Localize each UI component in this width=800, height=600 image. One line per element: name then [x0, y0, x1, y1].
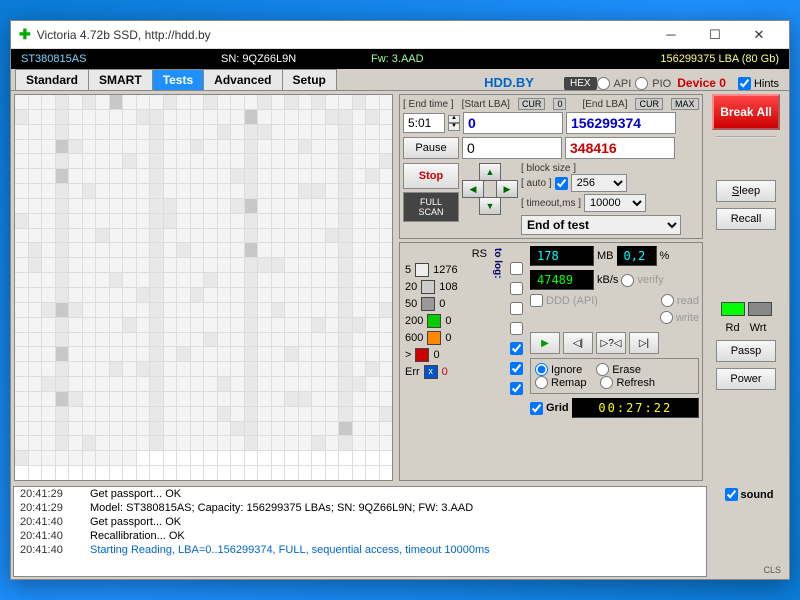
api-radio[interactable] [597, 77, 610, 90]
elapsed-timer: 00:27:22 [572, 398, 699, 418]
erase-radio[interactable] [596, 363, 609, 376]
remap-radio[interactable] [535, 376, 548, 389]
device-label[interactable]: Device 0 [671, 76, 732, 90]
drive-lba: 156299375 LBA (80 Gb) [491, 53, 779, 65]
hex-badge[interactable]: HEX [564, 77, 597, 90]
tab-standard[interactable]: Standard [15, 69, 89, 90]
dpad-left-icon: ◀ [462, 180, 484, 198]
tab-advanced[interactable]: Advanced [203, 69, 282, 90]
startlba-label: [Start LBA] [462, 99, 510, 110]
tab-smart[interactable]: SMART [88, 69, 153, 90]
timeout-select[interactable]: 10000 [584, 194, 646, 212]
tolog-label: to log: [492, 248, 503, 279]
tab-bar: Standard SMART Tests Advanced Setup HDD.… [11, 69, 789, 91]
mb-value: 178 [530, 246, 594, 266]
log20-check[interactable] [510, 282, 523, 295]
endtime-label: [ End time ] [403, 99, 454, 110]
endtime-spinner[interactable]: ▲▼ [448, 115, 460, 131]
pio-radio[interactable] [635, 77, 648, 90]
cur-button-2[interactable]: CUR [635, 98, 663, 110]
current-lba [565, 137, 675, 159]
tab-setup[interactable]: Setup [282, 69, 337, 90]
endtest-select[interactable]: End of test [521, 215, 681, 235]
sound-check[interactable] [725, 488, 738, 501]
cls-button[interactable]: CLS [763, 565, 785, 575]
power-button[interactable]: Power [716, 368, 776, 390]
dpad-up-icon: ▲ [479, 163, 501, 181]
minimize-button[interactable]: ─ [649, 22, 693, 48]
drive-model: ST380815AS [21, 53, 221, 65]
app-window: ✚ Victoria 4.72b SSD, http://hdd.by ─ ☐ … [10, 20, 790, 580]
app-icon: ✚ [19, 26, 31, 43]
log600-check[interactable] [510, 342, 523, 355]
recall-button[interactable]: Recall [716, 208, 776, 230]
endlba-label: [End LBA] [582, 99, 627, 110]
window-title: Victoria 4.72b SSD, http://hdd.by [37, 28, 649, 42]
kbs-value: 47489 [530, 270, 594, 290]
refresh-radio[interactable] [600, 376, 613, 389]
play-button[interactable]: ▶ [530, 332, 560, 354]
count-600: 0 [445, 332, 451, 344]
ignore-radio[interactable] [535, 363, 548, 376]
dpad-right-icon: ▶ [496, 180, 518, 198]
prev-button[interactable]: ◁| [563, 332, 593, 354]
max-button[interactable]: MAX [671, 98, 699, 110]
log50-check[interactable] [510, 302, 523, 315]
sleep-button[interactable]: Sleep [716, 180, 776, 202]
log200-check[interactable] [510, 322, 523, 335]
verify-radio[interactable] [621, 274, 634, 287]
stop-button[interactable]: Stop [403, 163, 459, 189]
count-gt: 0 [433, 349, 439, 361]
close-button[interactable]: ✕ [737, 22, 781, 48]
fullscan-button[interactable]: FULL SCAN [403, 192, 459, 222]
nav-dpad[interactable]: ▲ ▼ ◀ ▶ [462, 163, 518, 215]
startlba-input[interactable] [463, 112, 563, 134]
endlba-input[interactable] [566, 112, 676, 134]
count-20: 108 [439, 281, 457, 293]
pause-button[interactable]: Pause [403, 137, 459, 159]
log-panel[interactable]: 20:41:29Get passport... OK20:41:29Model:… [13, 486, 707, 577]
logerr-check[interactable] [510, 382, 523, 395]
count-5: 1276 [433, 264, 457, 276]
zero-button[interactable]: 0 [553, 98, 566, 110]
log5-check[interactable] [510, 262, 523, 275]
blocksize-select[interactable]: 256 [571, 174, 627, 192]
scan-map [14, 94, 393, 481]
drive-sn: SN: 9QZ66L9N [221, 53, 371, 65]
tab-tests[interactable]: Tests [152, 69, 204, 90]
next-button[interactable]: ▷| [629, 332, 659, 354]
hints-check[interactable]: Hints [732, 77, 785, 90]
maximize-button[interactable]: ☐ [693, 22, 737, 48]
passp-button[interactable]: Passp [716, 340, 776, 362]
endtime-input[interactable] [403, 113, 445, 133]
count-err: 0 [442, 366, 448, 378]
ddd-check[interactable] [530, 294, 543, 307]
count-200: 0 [445, 315, 451, 327]
write-radio[interactable] [660, 311, 673, 324]
step-button[interactable]: ▷?◁ [596, 332, 626, 354]
titlebar: ✚ Victoria 4.72b SSD, http://hdd.by ─ ☐ … [11, 21, 789, 49]
dpad-down-icon: ▼ [479, 197, 501, 215]
drive-info-bar: ST380815AS SN: 9QZ66L9N Fw: 3.AAD 156299… [11, 49, 789, 69]
breakall-button[interactable]: Break All [712, 94, 780, 130]
hddby-link[interactable]: HDD.BY [454, 75, 564, 90]
read-radio[interactable] [661, 294, 674, 307]
drive-fw: Fw: 3.AAD [371, 53, 491, 65]
pct-value: 0,2 [617, 246, 657, 266]
wrt-led [748, 302, 772, 316]
grid-check[interactable] [530, 402, 543, 415]
count-50: 0 [439, 298, 445, 310]
cur-button-1[interactable]: CUR [518, 98, 546, 110]
start2-input[interactable] [462, 137, 562, 159]
auto-check[interactable] [555, 177, 568, 190]
rd-led [721, 302, 745, 316]
loggt-check[interactable] [510, 362, 523, 375]
